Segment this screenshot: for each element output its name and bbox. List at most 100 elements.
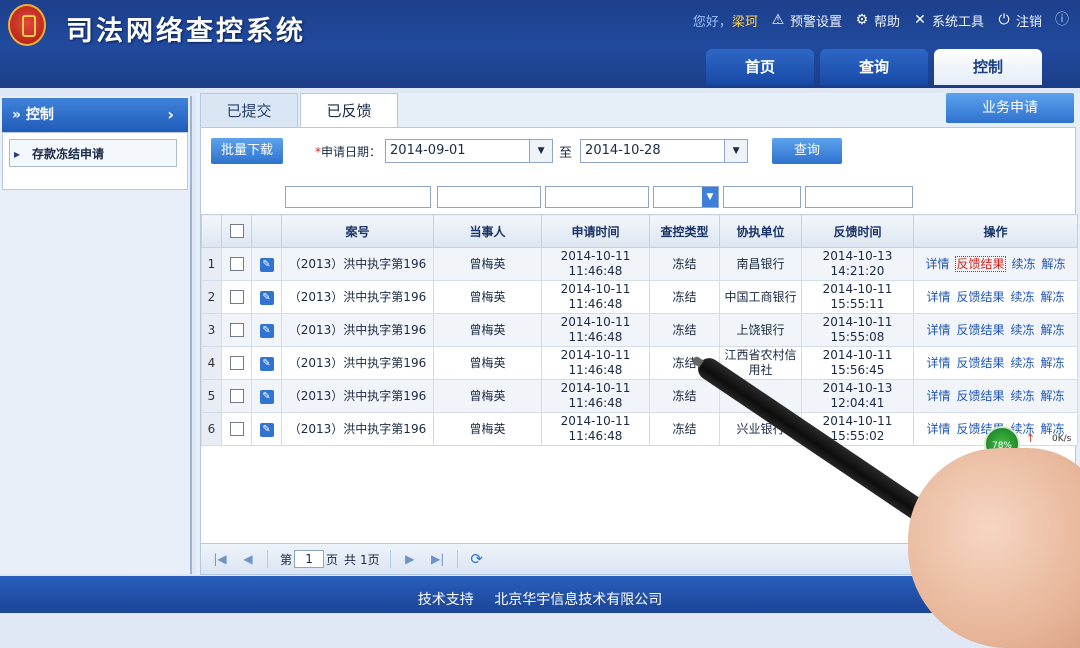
cell-party: 曾梅英 — [433, 412, 542, 446]
app-header: 司法网络查控系统 您好，梁珂 ⚠ 预警设置 ⚙ 帮助 ✕ 系统工具 ⏻ 注销 ⓘ… — [0, 0, 1080, 88]
chevron-down-icon[interactable]: ▼ — [724, 140, 748, 162]
header-unit: 协执单位 — [719, 214, 802, 248]
row-checkbox[interactable] — [229, 422, 244, 436]
business-apply-button[interactable]: 业务申请 — [946, 93, 1074, 123]
power-icon: ⏻ — [998, 12, 1010, 28]
cell-party: 曾梅英 — [433, 247, 542, 281]
header-feedback-time: 反馈时间 — [801, 214, 914, 248]
filter-feedback-time-input[interactable] — [805, 186, 913, 208]
cell-case-no: （2013）洪中执字第196 — [281, 313, 434, 347]
row-checkbox[interactable] — [229, 323, 244, 337]
nav-tab-control[interactable]: 控制 — [934, 49, 1042, 85]
edit-icon[interactable]: ✎ — [259, 324, 274, 338]
detail-link[interactable]: 详情 — [926, 323, 950, 337]
row-select-cell — [221, 280, 252, 314]
chevron-down-icon[interactable]: ▼ — [529, 140, 553, 162]
renew-freeze-link[interactable]: 续冻 — [1012, 257, 1036, 271]
row-checkbox[interactable] — [229, 290, 244, 304]
filter-unit-input[interactable] — [723, 186, 801, 208]
feedback-result-link[interactable]: 反馈结果 — [956, 356, 1004, 370]
feedback-result-link[interactable]: 反馈结果 — [956, 290, 1004, 304]
cell-case-no: （2013）洪中执字第196 — [281, 412, 434, 446]
cell-type: 冻结 — [649, 412, 720, 446]
sidebar-title: 控制 — [25, 107, 54, 123]
unfreeze-link[interactable]: 解冻 — [1041, 356, 1065, 370]
filter-apply-time-input[interactable] — [545, 186, 649, 208]
select-all-checkbox[interactable] — [229, 224, 244, 239]
cell-apply-time: 2014-10-11 11:46:48 — [541, 280, 650, 314]
detail-link[interactable]: 详情 — [926, 356, 950, 370]
renew-freeze-link[interactable]: 续冻 — [1011, 389, 1035, 403]
date-from-field[interactable]: 2014-09-01 ▼ — [385, 139, 554, 163]
row-checkbox[interactable] — [229, 257, 244, 271]
unfreeze-link[interactable]: 解冻 — [1042, 257, 1066, 271]
system-tools-link[interactable]: ✕ 系统工具 — [912, 11, 984, 30]
edit-icon[interactable]: ✎ — [259, 390, 274, 404]
cell-actions: 详情 反馈结果 续冻 解冻 — [913, 379, 1078, 413]
cell-apply-time: 2014-10-11 11:46:48 — [541, 412, 650, 446]
renew-freeze-link[interactable]: 续冻 — [1011, 323, 1035, 337]
renew-freeze-link[interactable]: 续冻 — [1011, 356, 1035, 370]
cell-feedback-time: 2014-10-11 15:56:45 — [801, 346, 914, 380]
row-checkbox[interactable] — [229, 356, 244, 370]
query-button[interactable]: 查询 — [772, 138, 843, 164]
header-actions: 操作 — [913, 214, 1078, 248]
row-checkbox[interactable] — [229, 389, 244, 403]
next-page-icon[interactable]: ▶ — [401, 550, 419, 568]
detail-link[interactable]: 详情 — [925, 257, 949, 271]
warning-settings-link[interactable]: ⚠ 预警设置 — [770, 11, 842, 30]
nav-tab-home[interactable]: 首页 — [706, 49, 814, 85]
feedback-result-link[interactable]: 反馈结果 — [956, 389, 1004, 403]
tab-feedback[interactable]: 已反馈 — [300, 93, 398, 129]
detail-link[interactable]: 详情 — [926, 422, 950, 436]
edit-icon[interactable]: ✎ — [259, 357, 274, 371]
unfreeze-link[interactable]: 解冻 — [1041, 290, 1065, 304]
to-label: 至 — [559, 145, 573, 161]
edit-icon[interactable]: ✎ — [259, 423, 274, 437]
cell-actions: 详情 反馈结果 续冻 解冻 — [913, 280, 1078, 314]
refresh-icon[interactable]: ⟳ — [468, 550, 486, 568]
nav-tab-query[interactable]: 查询 — [820, 49, 928, 85]
renew-freeze-link[interactable]: 续冻 — [1011, 290, 1035, 304]
row-edit-cell: ✎ — [251, 280, 282, 314]
footer-label: 技术支持 — [417, 592, 474, 608]
cell-actions: 详情 反馈结果 续冻 解冻 — [913, 346, 1078, 380]
date-to-field[interactable]: 2014-10-28 ▼ — [580, 139, 749, 163]
feedback-result-link[interactable]: 反馈结果 — [956, 323, 1004, 337]
cell-actions: 详情 反馈结果 续冻 解冻 — [913, 313, 1078, 347]
tab-submitted[interactable]: 已提交 — [200, 93, 298, 128]
feedback-result-link[interactable]: 反馈结果 — [955, 255, 1006, 272]
unfreeze-link[interactable]: 解冻 — [1041, 323, 1065, 337]
detail-link[interactable]: 详情 — [926, 389, 950, 403]
table-row: 3 ✎ （2013）洪中执字第196 曾梅英 2014-10-11 11:46:48 冻结… — [201, 313, 1078, 347]
cell-unit: 上饶银行 — [719, 313, 802, 347]
results-table: 案号 当事人 申请时间 查控类型 协执单位 反馈时间 操作 1 ✎ （2013）洪中… — [201, 214, 1078, 446]
help-link[interactable]: ⚙ 帮助 — [854, 11, 900, 30]
filter-type-select[interactable]: ▼ — [653, 186, 719, 208]
row-select-cell — [221, 247, 252, 281]
cell-feedback-time: 2014-10-11 15:55:08 — [801, 313, 914, 347]
detail-link[interactable]: 详情 — [926, 290, 950, 304]
edit-icon[interactable]: ✎ — [259, 258, 274, 272]
sidebar-menu: 存款冻结申请 — [2, 132, 188, 190]
user-name: 梁珂 — [731, 14, 758, 30]
prev-page-icon[interactable]: ◀ — [239, 550, 257, 568]
batch-download-button[interactable]: 批量下载 — [211, 138, 284, 164]
filter-case-input[interactable] — [285, 186, 431, 208]
info-icon[interactable]: ⓘ — [1054, 12, 1070, 28]
unfreeze-link[interactable]: 解冻 — [1041, 389, 1065, 403]
upload-arrow-icon: ↑ — [1026, 432, 1036, 445]
logout-link[interactable]: ⏻ 注销 — [996, 11, 1042, 30]
last-page-icon[interactable]: ▶| — [429, 550, 447, 568]
row-edit-cell: ✎ — [251, 346, 282, 380]
sidebar-item-deposit-freeze[interactable]: 存款冻结申请 — [9, 139, 177, 168]
double-chevron-icon: » — [12, 107, 22, 123]
edit-icon[interactable]: ✎ — [259, 291, 274, 305]
page-number-input[interactable]: 1 — [294, 550, 325, 568]
tools-icon: ✕ — [914, 12, 926, 28]
cell-apply-time: 2014-10-11 11:46:48 — [541, 247, 650, 281]
filter-party-input[interactable] — [437, 186, 541, 208]
first-page-icon[interactable]: |◀ — [211, 550, 229, 568]
sidebar-header[interactable]: » 控制 › — [2, 98, 188, 132]
cell-case-no: （2013）洪中执字第196 — [281, 247, 434, 281]
